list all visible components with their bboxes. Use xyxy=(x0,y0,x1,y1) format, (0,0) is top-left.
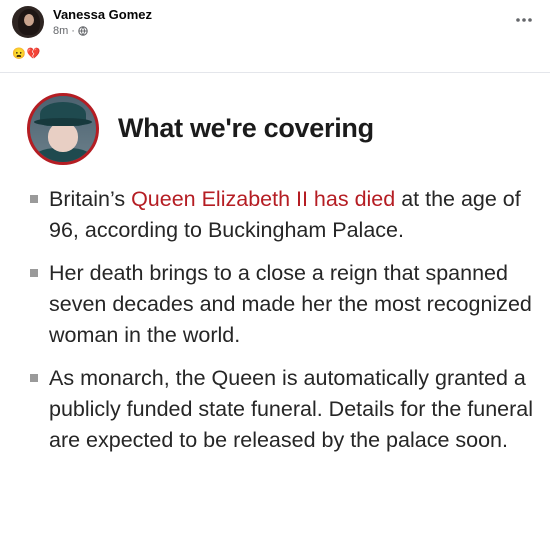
globe-icon xyxy=(78,26,88,36)
meta-separator: · xyxy=(71,25,75,37)
bullet-list: Britain’s Queen Elizabeth II has died at… xyxy=(30,184,535,468)
bullet-square-icon xyxy=(30,195,38,203)
headline-link[interactable]: Queen Elizabeth II has died xyxy=(131,187,395,211)
shared-image-card[interactable]: What we're covering Britain’s Queen Eliz… xyxy=(0,73,550,538)
bullet-text-before: Britain’s xyxy=(49,187,132,211)
bullet-item: Britain’s Queen Elizabeth II has died at… xyxy=(30,184,535,246)
author-avatar[interactable] xyxy=(12,6,44,38)
post-meta: 8m · xyxy=(53,25,88,37)
bullet-text: As monarch, the Queen is automatically g… xyxy=(49,366,534,452)
bullet-item: Her death brings to a close a reign that… xyxy=(30,258,535,351)
queen-portrait-image xyxy=(27,93,99,165)
bullet-item: As monarch, the Queen is automatically g… xyxy=(30,363,535,456)
author-name[interactable]: Vanessa Gomez xyxy=(53,7,152,22)
more-options-icon[interactable] xyxy=(514,10,534,30)
post-time[interactable]: 8m xyxy=(53,25,68,37)
bullet-text: Her death brings to a close a reign that… xyxy=(49,261,532,347)
bullet-square-icon xyxy=(30,269,38,277)
post-header: Vanessa Gomez 8m · 😦💔 xyxy=(12,6,538,66)
post-text: 😦💔 xyxy=(12,48,42,60)
card-heading: What we're covering xyxy=(118,113,374,143)
bullet-square-icon xyxy=(30,374,38,382)
